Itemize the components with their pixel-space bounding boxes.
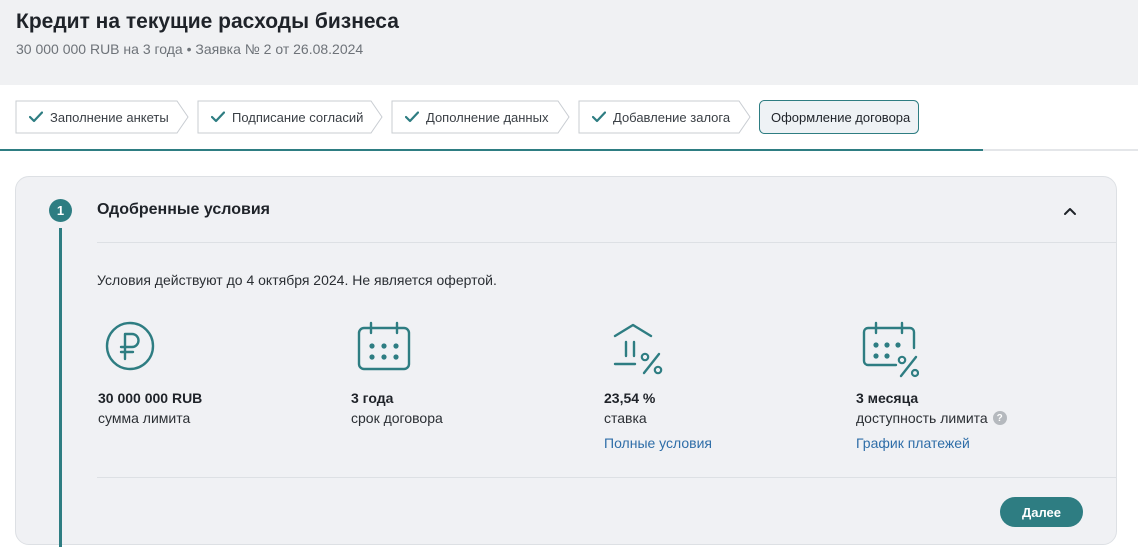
step-questionnaire[interactable]: Заполнение анкеты <box>15 100 190 134</box>
checkmark-icon <box>592 111 606 123</box>
ruble-icon <box>105 321 155 371</box>
metric-value: 3 месяца <box>856 390 919 406</box>
page-header: Кредит на текущие расходы бизнеса 30 000… <box>0 0 1138 85</box>
metric-caption-text: срок договора <box>351 410 443 426</box>
checkmark-icon <box>29 111 43 123</box>
divider <box>97 477 1116 478</box>
section-title: Одобренные условия <box>97 201 270 218</box>
metric-limit-amount: 30 000 000 RUB сумма лимита <box>97 320 202 426</box>
help-icon[interactable]: ? <box>992 411 1007 425</box>
step-consents[interactable]: Подписание согласий <box>197 100 384 134</box>
checkmark-icon <box>211 111 225 123</box>
metric-limit-availability: 3 месяца доступность лимита ? График пла… <box>855 320 1007 451</box>
step-label: Добавление залога <box>613 109 731 125</box>
metric-value: 30 000 000 RUB <box>98 390 203 406</box>
timeline-line <box>59 228 62 547</box>
metric-caption: доступность лимита ? <box>856 410 1007 426</box>
approved-conditions-card <box>15 176 1117 545</box>
metric-caption-text: ставка <box>604 410 647 426</box>
chevron-up-icon <box>1064 207 1076 215</box>
metric-value: 23,54 % <box>604 390 656 406</box>
metric-rate: 23,54 % ставка Полные условия <box>603 320 712 451</box>
step-collateral[interactable]: Добавление залога <box>578 100 752 134</box>
metric-caption-text: доступность лимита <box>856 410 988 426</box>
payment-schedule-link[interactable]: График платежей <box>856 435 970 451</box>
calendar-icon <box>357 321 411 371</box>
step-label: Оформление договора <box>771 109 911 125</box>
page-subtitle: 30 000 000 RUB на 3 года • Заявка № 2 от… <box>16 41 364 57</box>
progress-fill <box>0 149 983 151</box>
checkmark-icon <box>405 111 419 123</box>
metric-contract-term: 3 года срок договора <box>350 320 443 426</box>
next-button[interactable]: Далее <box>1000 497 1083 527</box>
metric-caption: сумма лимита <box>98 410 190 426</box>
step-additional-data[interactable]: Дополнение данных <box>391 100 571 134</box>
calendar-percent-icon <box>862 321 919 378</box>
page-title: Кредит на текущие расходы бизнеса <box>16 10 399 33</box>
step-label: Заполнение анкеты <box>50 109 169 125</box>
metric-caption: ставка <box>604 410 647 426</box>
metric-caption: срок договора <box>351 410 443 426</box>
conditions-notice: Условия действуют до 4 октября 2024. Не … <box>97 272 497 288</box>
step-label: Дополнение данных <box>426 109 549 125</box>
divider <box>97 242 1116 243</box>
section-number-badge: 1 <box>49 199 72 222</box>
full-conditions-link[interactable]: Полные условия <box>604 435 712 451</box>
metric-caption-text: сумма лимита <box>98 410 191 426</box>
step-contract[interactable]: Оформление договора <box>759 100 919 134</box>
bank-percent-icon <box>613 323 663 375</box>
metric-value: 3 года <box>351 390 394 406</box>
step-label: Подписание согласий <box>232 109 364 125</box>
collapse-button[interactable] <box>1058 199 1082 223</box>
